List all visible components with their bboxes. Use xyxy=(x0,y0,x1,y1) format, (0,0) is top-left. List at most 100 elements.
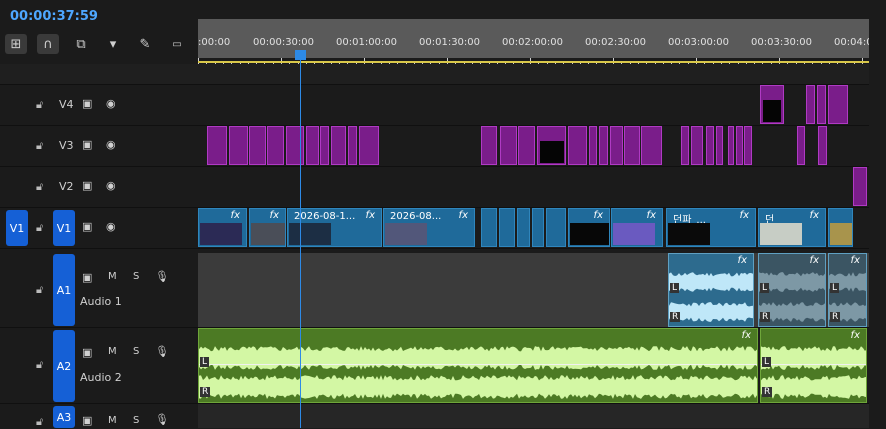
clip-v3[interactable] xyxy=(306,126,319,165)
volume-rubber-band[interactable] xyxy=(761,364,866,365)
clip-v3[interactable] xyxy=(610,126,623,165)
playhead-handle[interactable] xyxy=(295,50,306,60)
clip-v1[interactable] xyxy=(532,208,544,247)
clip-v4[interactable] xyxy=(806,85,815,124)
audio-clip-a1[interactable]: L Rfx xyxy=(668,253,754,327)
clip-thumbnail xyxy=(570,223,609,245)
clip-v1[interactable]: fx xyxy=(198,208,247,247)
waveform-shape xyxy=(199,346,757,370)
clip-v3[interactable] xyxy=(481,126,497,165)
clip-v3[interactable] xyxy=(599,126,608,165)
channel-label: R xyxy=(760,312,771,322)
clip-v3[interactable] xyxy=(624,126,640,165)
clip-v3[interactable] xyxy=(229,126,248,165)
clip-v3[interactable] xyxy=(348,126,357,165)
clip-v4[interactable] xyxy=(828,85,848,124)
clip-v3[interactable] xyxy=(691,126,703,165)
channel-label: L xyxy=(762,357,772,367)
clip-v4[interactable] xyxy=(817,85,826,124)
audio-clip-a2[interactable]: L Rfx xyxy=(198,328,758,403)
fx-badge[interactable]: fx xyxy=(270,210,279,221)
clip-v3[interactable] xyxy=(589,126,597,165)
audio-clip-a2[interactable]: L Rfx xyxy=(760,328,867,403)
clip-v1[interactable] xyxy=(517,208,530,247)
clip-v1[interactable]: fx xyxy=(568,208,610,247)
clip-v3[interactable] xyxy=(568,126,587,165)
clip-thumbnail xyxy=(385,223,427,245)
audio-waveform xyxy=(199,375,757,399)
clip-v1[interactable]: fx xyxy=(249,208,286,247)
channel-label: R xyxy=(762,387,773,397)
channel-label: L xyxy=(760,283,770,293)
clip-v3[interactable] xyxy=(286,126,304,165)
clip-v3[interactable] xyxy=(744,126,752,165)
clip-thumbnail xyxy=(763,100,781,122)
clip-thumbnail xyxy=(760,223,802,245)
waveform-shape xyxy=(759,272,825,292)
audio-waveform xyxy=(761,346,866,370)
clip-v3[interactable] xyxy=(359,126,379,165)
audio-clip-a1[interactable]: L Rfx xyxy=(758,253,826,327)
clip-v1[interactable]: fx xyxy=(611,208,663,247)
clip-thumbnail xyxy=(613,223,655,245)
clip-v3[interactable] xyxy=(518,126,535,165)
fx-badge[interactable]: fx xyxy=(594,210,603,221)
clip-v4[interactable] xyxy=(760,85,784,124)
fx-badge[interactable]: fx xyxy=(851,330,860,341)
waveform-shape xyxy=(669,302,753,322)
clip-v3[interactable] xyxy=(537,126,566,165)
channel-label: L xyxy=(200,357,210,367)
audio-waveform xyxy=(199,346,757,370)
audio-channel-left xyxy=(761,343,866,373)
clip-v1[interactable]: 2026-08-1... fx xyxy=(287,208,382,247)
clip-title: 2026-08... xyxy=(390,211,442,222)
waveform-shape xyxy=(761,375,866,399)
fx-badge[interactable]: fx xyxy=(851,255,860,266)
clip-v3[interactable] xyxy=(331,126,346,165)
clip-title: 2026-08-1... xyxy=(294,211,356,222)
audio-clip-a1[interactable]: L Rfx xyxy=(828,253,867,327)
clip-v3[interactable] xyxy=(797,126,805,165)
fx-badge[interactable]: fx xyxy=(231,210,240,221)
clip-v1[interactable] xyxy=(481,208,497,247)
clip-v3[interactable] xyxy=(818,126,827,165)
clip-v3[interactable] xyxy=(249,126,266,165)
clip-v3[interactable] xyxy=(320,126,329,165)
clip-thumbnail xyxy=(289,223,331,245)
fx-badge[interactable]: fx xyxy=(366,210,375,221)
clip-v3[interactable] xyxy=(736,126,743,165)
fx-badge[interactable]: fx xyxy=(459,210,468,221)
audio-channel-right xyxy=(199,372,757,402)
channel-label: R xyxy=(200,387,211,397)
channel-label: L xyxy=(830,283,840,293)
clip-v3[interactable] xyxy=(207,126,227,165)
clip-thumbnail xyxy=(830,223,852,245)
clip-v1[interactable] xyxy=(546,208,566,247)
clip-v1[interactable] xyxy=(828,208,853,247)
clip-v1[interactable] xyxy=(499,208,515,247)
volume-rubber-band[interactable] xyxy=(199,364,757,365)
clip-v1[interactable]: 던_ fx xyxy=(758,208,826,247)
audio-waveform xyxy=(759,272,825,292)
clip-thumbnail xyxy=(200,223,242,245)
clip-v3[interactable] xyxy=(267,126,284,165)
clip-v3[interactable] xyxy=(641,126,662,165)
clip-v3[interactable] xyxy=(728,126,734,165)
fx-badge[interactable]: fx xyxy=(742,330,751,341)
clip-v3[interactable] xyxy=(706,126,714,165)
clip-v3[interactable] xyxy=(500,126,517,165)
audio-waveform xyxy=(669,302,753,322)
playhead-line[interactable] xyxy=(300,50,301,428)
fx-badge[interactable]: fx xyxy=(810,210,819,221)
fx-badge[interactable]: fx xyxy=(810,255,819,266)
clip-v3[interactable] xyxy=(716,126,723,165)
clip-v1[interactable]: 2026-08... fx xyxy=(383,208,475,247)
fx-badge[interactable]: fx xyxy=(647,210,656,221)
fx-badge[interactable]: fx xyxy=(738,255,747,266)
clip-v2[interactable] xyxy=(853,167,867,206)
clip-v1[interactable]: 던파_... fx xyxy=(666,208,756,247)
fx-badge[interactable]: fx xyxy=(740,210,749,221)
clip-v3[interactable] xyxy=(681,126,689,165)
waveform-shape xyxy=(761,346,866,370)
clip-thumbnail xyxy=(540,141,564,163)
